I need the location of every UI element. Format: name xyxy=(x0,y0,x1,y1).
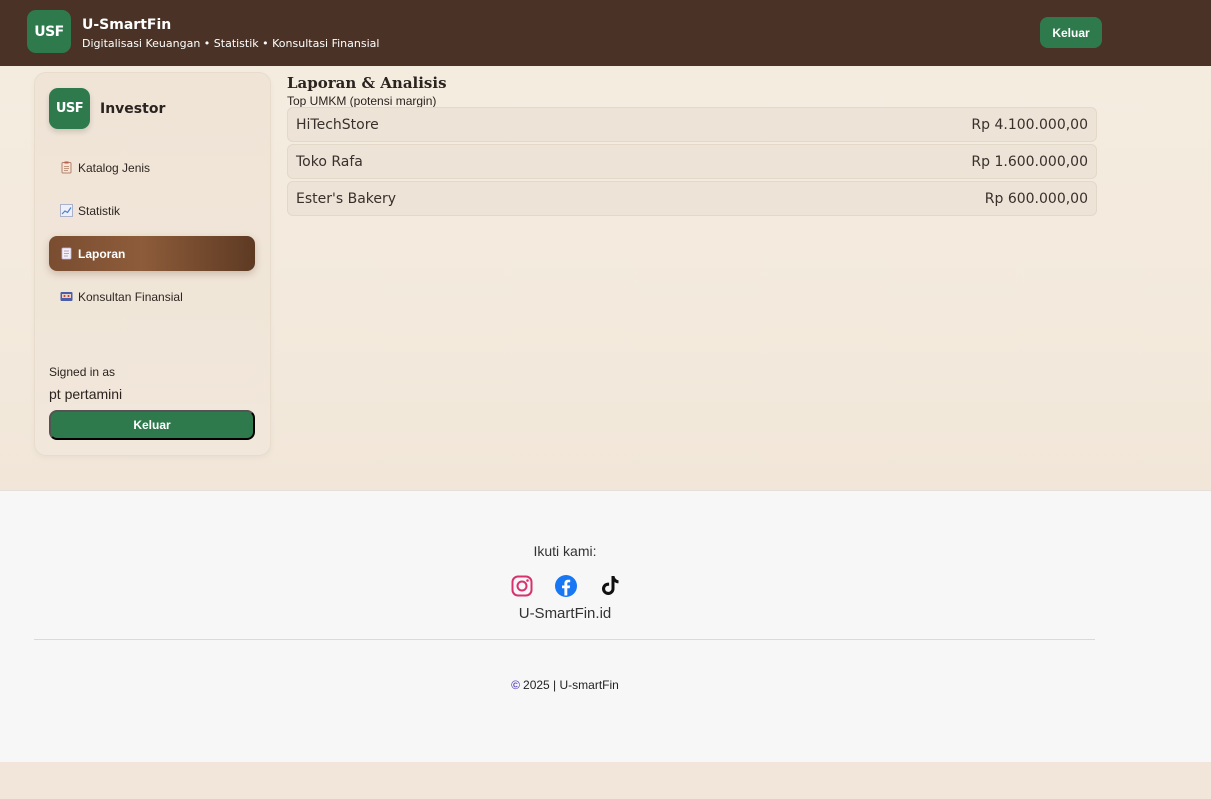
signed-in-label: Signed in as xyxy=(49,365,116,379)
app-title: U-SmartFin xyxy=(82,17,172,33)
follow-label: Ikuti kami: xyxy=(533,543,597,559)
sidebar-item-konsultan-finansial[interactable]: Konsultan Finansial xyxy=(49,279,255,314)
sidebar-item-label: Laporan xyxy=(78,246,126,261)
page-subtitle: Top UMKM (potensi margin) xyxy=(287,94,437,108)
sidebar-item-katalog-jenis[interactable]: Katalog Jenis xyxy=(49,150,255,185)
copyright-text: 2025 | U-smartFin xyxy=(523,678,619,692)
sidebar-item-statistik[interactable]: Statistik xyxy=(49,193,255,228)
sidebar-logout-button[interactable]: Keluar xyxy=(49,410,255,440)
consultant-icon xyxy=(60,290,73,303)
copyright-icon: © xyxy=(511,678,521,692)
footer: Ikuti kami: U-SmartFin.id © 2025 | U-smar… xyxy=(0,490,1211,762)
footer-divider xyxy=(34,639,1095,640)
sidebar: USF Investor Katalog Jenis Statistik Lap… xyxy=(34,72,271,456)
umkm-value: Rp 1.600.000,00 xyxy=(971,153,1088,170)
tiktok-icon[interactable] xyxy=(598,574,622,598)
umkm-value: Rp 600.000,00 xyxy=(984,190,1088,207)
top-umkm-list: HiTechStore Rp 4.100.000,00 Toko Rafa Rp… xyxy=(287,107,1097,218)
list-item: Toko Rafa Rp 1.600.000,00 xyxy=(287,144,1097,179)
list-item: Ester's Bakery Rp 600.000,00 xyxy=(287,181,1097,216)
umkm-value: Rp 4.100.000,00 xyxy=(971,116,1088,133)
main-area: USF Investor Katalog Jenis Statistik Lap… xyxy=(0,66,1211,490)
app-subtitle: Digitalisasi Keuangan • Statistik • Kons… xyxy=(82,37,380,50)
umkm-name: HiTechStore xyxy=(296,116,379,133)
app-logo: USF xyxy=(27,10,71,53)
clipboard-icon xyxy=(60,161,73,174)
social-links xyxy=(510,574,622,598)
instagram-icon[interactable] xyxy=(510,574,534,598)
sidebar-item-label: Konsultan Finansial xyxy=(78,289,183,304)
sidebar-logo: USF xyxy=(49,88,90,129)
copyright: © 2025 | U-smartFin xyxy=(0,678,1130,692)
page-title: Laporan & Analisis xyxy=(287,74,447,92)
sidebar-item-label: Statistik xyxy=(78,203,121,218)
top-bar: USF U-SmartFin Digitalisasi Keuangan • S… xyxy=(0,0,1211,66)
facebook-icon[interactable] xyxy=(554,574,578,598)
document-icon xyxy=(60,247,73,260)
list-item: HiTechStore Rp 4.100.000,00 xyxy=(287,107,1097,142)
site-name: U-SmartFin.id xyxy=(518,605,612,622)
sidebar-item-label: Katalog Jenis xyxy=(78,160,151,175)
umkm-name: Toko Rafa xyxy=(296,153,363,170)
sidebar-item-laporan[interactable]: Laporan xyxy=(49,236,255,271)
umkm-name: Ester's Bakery xyxy=(296,190,397,207)
signed-in-user: pt pertamini xyxy=(49,386,123,402)
chart-icon xyxy=(60,204,73,217)
sidebar-role: Investor xyxy=(100,101,166,117)
header-logout-button[interactable]: Keluar xyxy=(1040,17,1102,48)
